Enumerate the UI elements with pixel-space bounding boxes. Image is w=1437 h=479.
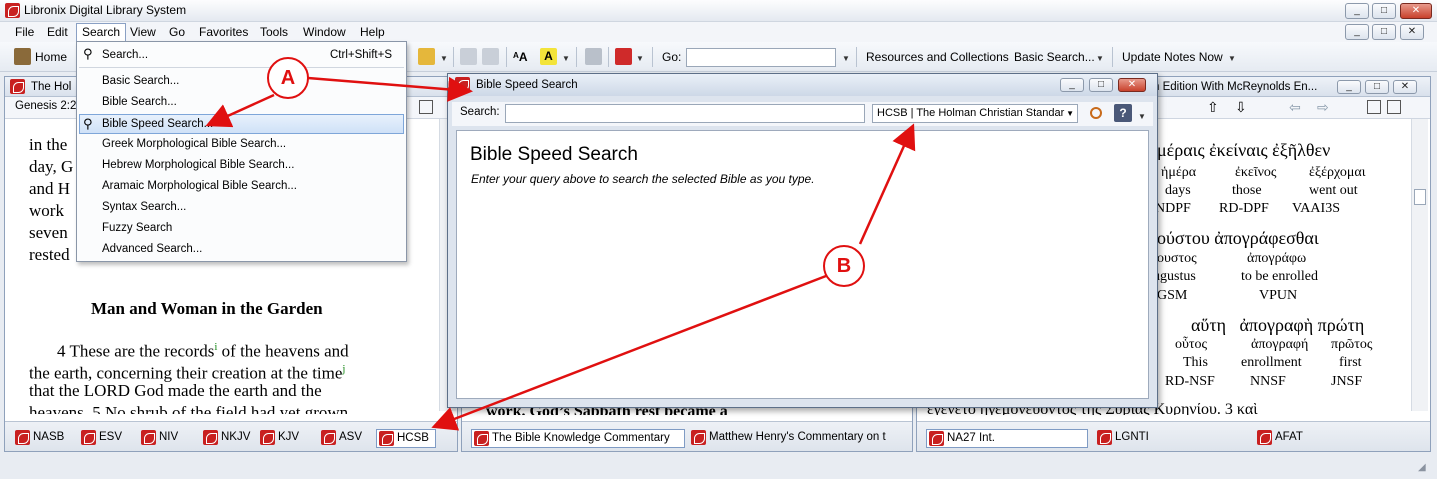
- arrow-b-to-select: [858, 123, 916, 245]
- annotation-arrows: [205, 76, 916, 431]
- callout-b: B: [823, 245, 865, 287]
- arrow-b-to-hcsb-tab: [431, 274, 827, 431]
- arrow-a-to-dialog: [307, 76, 473, 102]
- arrow-a-to-menu: [205, 93, 275, 128]
- resize-grip-icon[interactable]: ◢: [1418, 462, 1426, 473]
- callout-a: A: [267, 57, 309, 99]
